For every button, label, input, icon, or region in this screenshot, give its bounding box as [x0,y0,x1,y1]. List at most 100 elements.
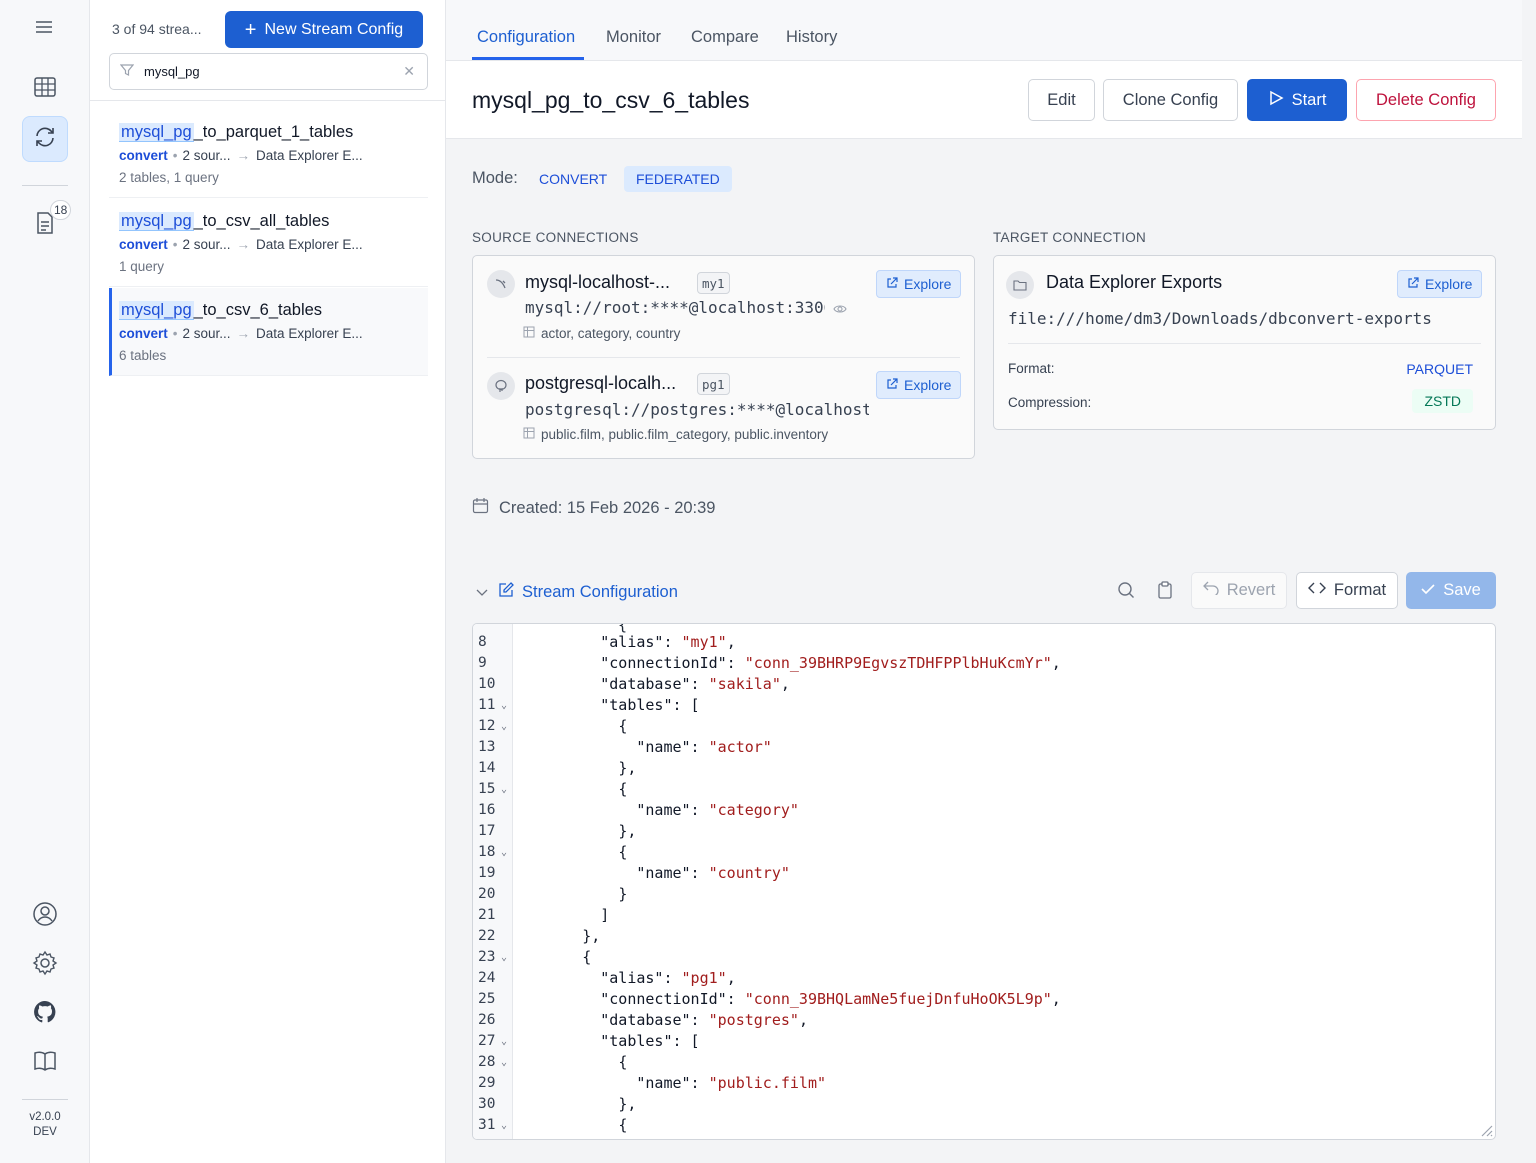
tab-history[interactable]: History [786,28,837,47]
mode-federated-chip: FEDERATED [624,166,732,192]
code-token: }, [618,759,637,777]
stream-item-summary: 1 query [119,259,165,274]
start-button[interactable]: Start [1247,79,1347,121]
resize-handle-icon[interactable] [1479,1123,1493,1137]
start-label: Start [1291,90,1327,109]
code-token: "alias": [600,633,682,651]
source-connection-name: mysql-localhost-... [525,272,671,292]
search-match: mysql_pg [119,301,194,320]
search-icon[interactable] [1117,581,1135,604]
new-stream-config-button[interactable]: + New Stream Config [225,11,423,48]
compression-value: ZSTD [1412,389,1473,413]
eye-icon[interactable] [833,302,847,320]
code-text: "connectionId": "conn_39BHQLamNe5fuejDnf… [528,989,1061,1010]
nav-docs-button[interactable] [22,1040,68,1086]
code-line: 17 }, [473,821,1495,842]
target-divider [1008,343,1481,344]
stream-name-rest: _to_csv_6_tables [193,301,323,319]
tab-configuration[interactable]: Configuration [477,28,575,47]
stream-list-item-selected[interactable]: mysql_pg _to_csv_6_tables convert • 2 sour.… [109,288,428,376]
fold-chevron-icon[interactable]: ⌄ [501,947,507,968]
source-connections-heading: SOURCE CONNECTIONS [472,230,639,245]
code-line: 20 } [473,884,1495,905]
code-line: 19 "name": "country" [473,863,1495,884]
target-connection-heading: TARGET CONNECTION [993,230,1147,245]
source-explore-button[interactable]: Explore [876,270,962,298]
source-tables-list: public.film, public.film_category, publi… [523,427,828,442]
rail-divider [22,1099,68,1100]
code-token: { [618,1116,628,1134]
menu-icon[interactable] [34,17,54,42]
fold-chevron-icon[interactable]: ⌄ [501,1115,507,1136]
tab-monitor[interactable]: Monitor [606,28,661,47]
clone-config-button[interactable]: Clone Config [1103,79,1238,121]
fold-chevron-icon[interactable]: ⌄ [501,716,507,737]
stream-item-name: mysql_pg _to_parquet_1_tables [119,120,428,144]
stream-filter-input[interactable]: mysql_pg ✕ [109,53,428,90]
compression-label: Compression: [1008,395,1092,410]
undo-icon [1202,581,1219,600]
fold-chevron-icon[interactable]: ⌄ [501,695,507,716]
source-tables-list: actor, category, country [523,326,680,341]
edit-button[interactable]: Edit [1028,79,1095,121]
fold-chevron-icon[interactable]: ⌄ [501,1031,507,1052]
gear-icon [32,950,58,981]
nav-github-button[interactable] [22,991,68,1037]
code-text: "alias": "my1", [528,632,735,653]
stream-list-item[interactable]: mysql_pg _to_parquet_1_tables convert • 2 s… [109,110,428,198]
nav-rail: 18 v2.0.0 DEV [0,0,90,1163]
fold-chevron-icon[interactable]: ⌄ [501,1052,507,1073]
code-line: 30 }, [473,1094,1495,1115]
calendar-icon [472,497,489,519]
code-token: }, [618,1095,637,1113]
code-token: "connectionId": [600,654,745,672]
code-line: 22 }, [473,926,1495,947]
code-text: } [528,884,627,905]
stream-target: Data Explorer E... [256,326,363,341]
sync-icon [33,125,57,154]
line-number: 26 [478,1012,496,1028]
check-icon [1421,581,1435,600]
save-button[interactable]: Save [1406,572,1496,609]
nav-explorer-button[interactable] [22,66,68,112]
nav-streams-button[interactable] [22,116,68,162]
stream-count-label: 3 of 94 strea... [112,21,202,37]
source-explore-button[interactable]: Explore [876,371,962,399]
clear-filter-icon[interactable]: ✕ [403,63,415,80]
nav-settings-button[interactable] [22,942,68,988]
code-token: "connectionId": [600,990,745,1008]
nav-account-button[interactable] [22,893,68,939]
fold-chevron-icon[interactable]: ⌄ [501,842,507,863]
external-link-icon [1407,276,1419,292]
stream-target: Data Explorer E... [256,237,363,252]
code-token: { [618,843,628,861]
format-label: Format: [1008,361,1055,376]
code-token: } [618,885,628,903]
target-connection-name: Data Explorer Exports [1046,272,1223,292]
delete-config-button[interactable]: Delete Config [1356,79,1496,121]
format-button[interactable]: Format [1296,572,1398,609]
revert-button[interactable]: Revert [1191,572,1287,609]
stream-list-item[interactable]: mysql_pg _to_csv_all_tables convert • 2 sou… [109,199,428,287]
fold-chevron-icon[interactable]: ⌄ [501,779,507,800]
stream-config-title[interactable]: Stream Configuration [498,582,678,603]
new-stream-config-label: New Stream Config [264,20,404,38]
clipboard-icon[interactable] [1157,581,1173,604]
collapse-chevron-icon[interactable] [476,585,488,603]
tab-compare[interactable]: Compare [691,28,759,47]
target-explore-button[interactable]: Explore [1397,270,1483,298]
save-label: Save [1443,581,1481,599]
json-code-editor[interactable]: { 8 "alias": "my1", 9 "connectionId": "co… [472,623,1496,1140]
separator-dot: • [172,326,178,341]
code-text: { [528,1052,627,1073]
code-line: 24 "alias": "pg1", [473,968,1495,989]
code-text: { [528,947,591,968]
